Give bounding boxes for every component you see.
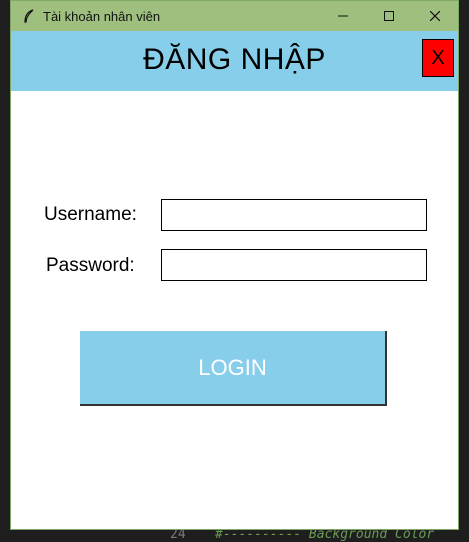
window-titlebar[interactable]: Tài khoản nhân viên (11, 1, 458, 31)
minimize-button[interactable] (320, 1, 366, 31)
username-label: Username: (44, 204, 137, 225)
feather-icon (21, 8, 37, 24)
minimize-icon (338, 15, 348, 17)
username-field[interactable] (161, 199, 427, 231)
exit-button[interactable]: X (422, 39, 454, 77)
password-field[interactable] (161, 249, 427, 281)
password-label: Password: (46, 255, 135, 276)
page-title: ĐĂNG NHẬP (143, 43, 326, 76)
close-icon (430, 11, 440, 21)
login-button[interactable]: LOGIN (80, 331, 387, 406)
maximize-icon (384, 11, 394, 21)
window-controls (320, 1, 458, 31)
window-title: Tài khoản nhân viên (43, 8, 161, 24)
window-close-button[interactable] (412, 1, 458, 31)
login-header: ĐĂNG NHẬP X (11, 31, 458, 91)
login-window: Tài khoản nhân viên ĐĂNG NHẬP X Username… (10, 0, 459, 530)
maximize-button[interactable] (366, 1, 412, 31)
